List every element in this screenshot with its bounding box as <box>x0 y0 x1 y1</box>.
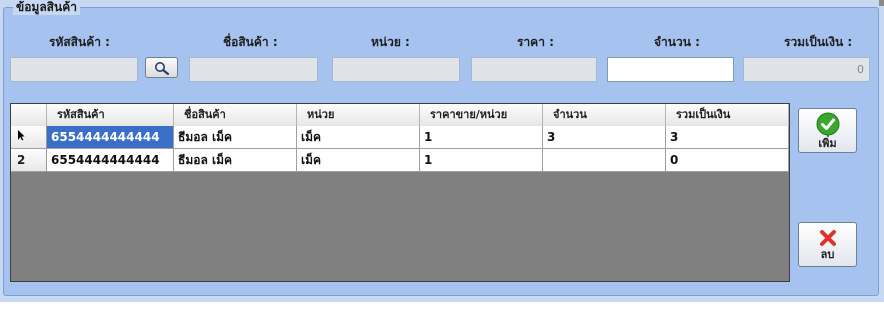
table-row[interactable]: 6554444444444 ธีมอล เม็ค เม็ค 1 3 3 <box>11 126 789 149</box>
price-field[interactable] <box>471 57 597 82</box>
table-cell-price[interactable]: 1 <box>420 126 543 149</box>
column-header-total[interactable]: รวมเป็นเงิน <box>666 104 789 126</box>
red-x-icon <box>819 229 836 246</box>
product-name-field[interactable] <box>189 57 318 82</box>
table-cell-product-code[interactable]: 6554444444444 <box>47 126 174 149</box>
table-cell-total[interactable]: 0 <box>666 149 789 172</box>
delete-button-label: ลบ <box>820 247 835 261</box>
column-header-price[interactable]: ราคาขาย/หน่วย <box>420 104 543 126</box>
group-title: ข้อมูลสินค้า <box>13 0 80 15</box>
row-pointer-icon <box>17 126 25 148</box>
table-cell-quantity[interactable]: 3 <box>543 126 666 149</box>
column-header-quantity[interactable]: จำนวน <box>543 104 666 126</box>
grid-corner-header <box>11 104 47 126</box>
unit-field[interactable] <box>332 57 460 82</box>
magnifier-icon <box>154 61 169 75</box>
column-header-product-name[interactable]: ชื่อสินค้า <box>174 104 297 126</box>
add-button[interactable]: เพิ่ม <box>798 108 857 153</box>
price-label: ราคา : <box>517 35 554 49</box>
window-edge <box>879 0 884 6</box>
table-cell-price[interactable]: 1 <box>420 149 543 172</box>
quantity-label: จำนวน : <box>654 35 700 49</box>
green-check-icon <box>816 112 839 135</box>
table-cell-product-name[interactable]: ธีมอล เม็ค <box>174 149 297 172</box>
product-code-label: รหัสสินค้า : <box>49 35 110 49</box>
row-header[interactable] <box>11 126 47 149</box>
product-grid[interactable]: รหัสสินค้า ชื่อสินค้า หน่วย ราคาขาย/หน่ว… <box>10 103 790 282</box>
product-code-field[interactable] <box>10 57 138 82</box>
table-cell-unit[interactable]: เม็ค <box>297 149 420 172</box>
table-cell-unit[interactable]: เม็ค <box>297 126 420 149</box>
product-name-label: ชื่อสินค้า : <box>223 35 278 49</box>
table-cell-product-name[interactable]: ธีมอล เม็ค <box>174 126 297 149</box>
total-label: รวมเป็นเงิน : <box>784 35 853 49</box>
table-cell-quantity[interactable] <box>543 149 666 172</box>
grid-header: รหัสสินค้า ชื่อสินค้า หน่วย ราคาขาย/หน่ว… <box>11 104 789 127</box>
table-row[interactable]: 2 6554444444444 ธีมอล เม็ค เม็ค 1 0 <box>11 149 789 172</box>
row-header[interactable]: 2 <box>11 149 47 172</box>
unit-label: หน่วย : <box>371 35 410 49</box>
delete-button[interactable]: ลบ <box>798 222 857 267</box>
table-cell-total[interactable]: 3 <box>666 126 789 149</box>
total-field[interactable]: 0 <box>743 57 870 82</box>
quantity-field[interactable] <box>607 57 734 82</box>
add-button-label: เพิ่ม <box>818 136 837 150</box>
column-header-unit[interactable]: หน่วย <box>297 104 420 126</box>
search-button[interactable] <box>145 57 178 78</box>
column-header-product-code[interactable]: รหัสสินค้า <box>47 104 174 126</box>
table-cell-product-code[interactable]: 6554444444444 <box>47 149 174 172</box>
